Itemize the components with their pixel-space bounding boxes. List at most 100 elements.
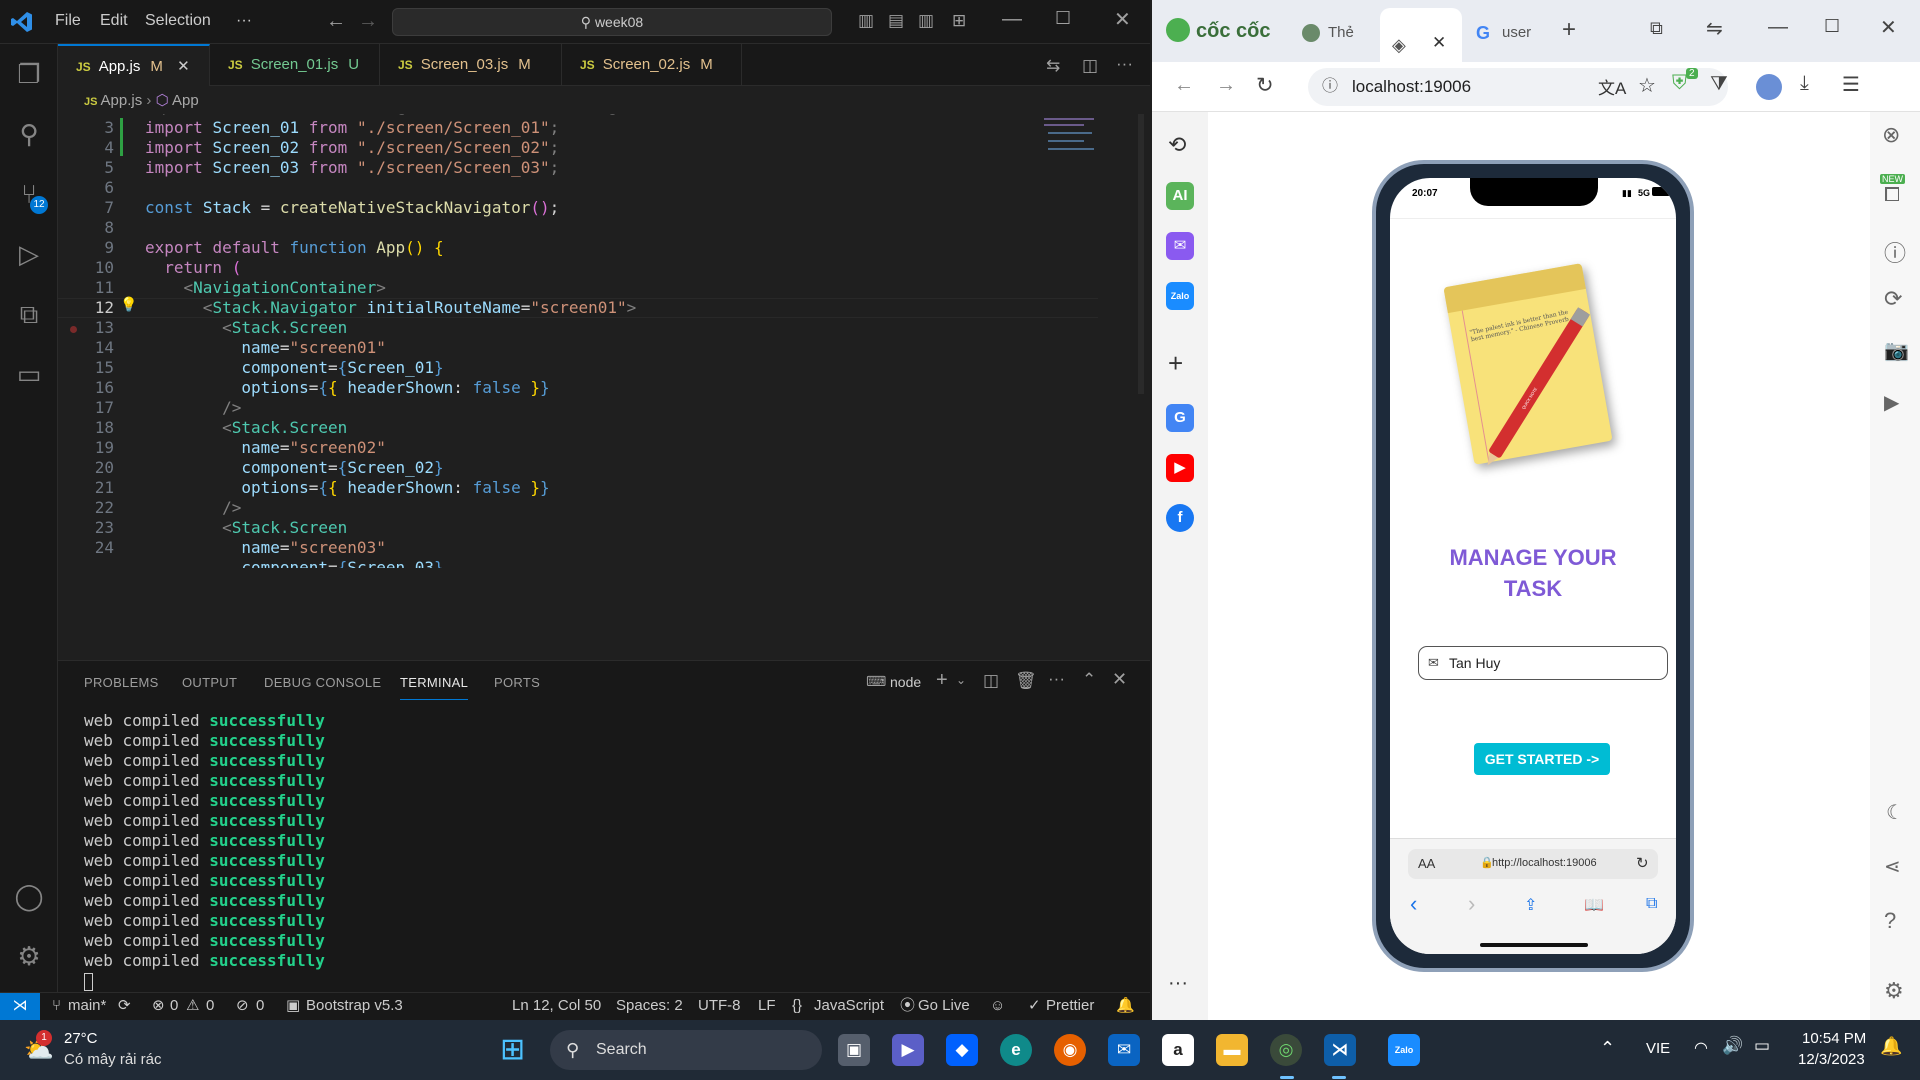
facebook-icon[interactable]: f [1166,504,1194,532]
close-tab-icon[interactable]: ✕ [1432,22,1446,64]
address-bar[interactable]: ⓘ localhost:19006 [1308,68,1728,106]
name-input[interactable]: ✉ Tan Huy [1418,646,1668,680]
menu-edit[interactable]: Edit [100,12,128,30]
task-view-icon[interactable]: ▣ [838,1034,870,1066]
tab-screen03-js[interactable]: JS Screen_03.js M [380,44,562,86]
tabs-icon[interactable]: ⧉ [1646,895,1657,913]
prettier-status[interactable]: Prettier [1046,993,1094,1019]
share-icon[interactable]: ⇪ [1524,895,1537,915]
command-center-search[interactable]: ⚲ week08 [392,8,832,36]
help-icon[interactable]: ? [1884,908,1896,934]
bookmarks-icon[interactable]: 📖 [1584,895,1604,915]
tab-the[interactable]: Thẻ [1296,12,1376,54]
firefox-icon[interactable]: ◉ [1054,1034,1086,1066]
trash-icon[interactable]: 🗑 [1015,671,1037,691]
sync-icon[interactable]: ⟳ [118,993,131,1019]
dark-mode-icon[interactable]: ☾ [1886,800,1904,825]
bootstrap-version[interactable]: Bootstrap v5.3 [306,993,403,1019]
tab-screen01-js[interactable]: JS Screen_01.js U [210,44,380,86]
run-debug-icon[interactable]: ▷ [13,238,45,270]
back-arrow-icon[interactable]: ← [326,10,346,33]
reload-icon[interactable]: ↻ [1256,73,1274,98]
weather-temp[interactable]: 27°C [64,1030,98,1047]
rotate-icon[interactable]: ⟳ [1884,286,1902,312]
back-chevron-icon[interactable]: ‹ [1410,891,1417,917]
toggle-sidebar-icon[interactable]: ▥ [858,11,874,31]
google-translate-icon[interactable]: G [1166,404,1194,432]
forward-arrow-icon[interactable]: → [1216,74,1236,97]
terminal-shell-name[interactable]: node [890,674,921,690]
translate-icon[interactable]: 文A [1598,74,1626,99]
toggle-panel-icon[interactable]: ▤ [888,11,904,31]
youtube-icon[interactable]: ▶ [1166,454,1194,482]
split-terminal-icon[interactable]: ◫ [983,671,999,691]
clock-date[interactable]: 12/3/2023 [1798,1051,1865,1068]
git-branch[interactable]: main* [68,993,106,1019]
forward-chevron-icon[interactable]: › [1468,891,1475,917]
notifications-bell-icon[interactable]: 🔔 [1116,993,1135,1019]
windows-start-icon[interactable]: ⊞ [500,1032,525,1067]
settings-gear-icon[interactable]: ⚙ [13,940,45,972]
encoding[interactable]: UTF-8 [698,993,741,1019]
new-terminal-icon[interactable]: + [936,669,948,692]
vscode-taskbar-icon[interactable]: ⋊ [1324,1034,1356,1066]
back-arrow-icon[interactable]: ← [1174,74,1194,97]
settings-gear-icon[interactable]: ⚙ [1884,978,1904,1004]
remote-explorer-icon[interactable]: ▭ [13,358,45,390]
zalo-icon[interactable]: Zalo [1166,282,1194,310]
mail-icon[interactable]: ✉ [1108,1034,1140,1066]
maximize-icon[interactable]: ☐ [1824,16,1840,37]
safari-address-bar[interactable]: AA 🔒 http://localhost:19006 ↻ [1408,849,1658,879]
clock-time[interactable]: 10:54 PM [1802,1030,1866,1047]
battery-icon[interactable]: ▭ [1754,1036,1770,1056]
wifi-icon[interactable]: ◠ [1694,1038,1708,1058]
terminal-output[interactable]: web compiled successfully web compiled su… [84,711,325,991]
search-view-icon[interactable]: ⚲ [13,118,45,150]
more-actions-icon[interactable]: ··· [1116,54,1133,74]
video-icon[interactable]: ▶ [1884,390,1899,415]
info-icon[interactable]: ⓘ [1884,236,1906,268]
split-editor-icon[interactable]: ◫ [1082,56,1098,76]
device-toggle-icon[interactable]: ⧠ [1884,184,1900,207]
close-tab-icon[interactable]: ✕ [177,58,190,75]
menu-file[interactable]: File [55,12,81,30]
tab-screen02-js[interactable]: JS Screen_02.js M [562,44,742,86]
input-language[interactable]: VIE [1646,1040,1670,1057]
chevron-down-icon[interactable]: ⌄ [956,673,966,687]
tab-output[interactable]: OUTPUT [182,675,237,690]
new-tab-icon[interactable]: + [1562,16,1576,44]
edge-icon[interactable]: e [1000,1034,1032,1066]
copilot-icon[interactable]: ☺ [990,993,1005,1019]
close-icon[interactable]: ✕ [1114,7,1131,32]
breadcrumb-symbol[interactable]: App [172,92,199,109]
menu-hamburger-icon[interactable]: ☰ [1842,72,1860,97]
tab-search-icon[interactable]: ⧉ [1650,18,1663,39]
teams-meet-icon[interactable]: ▶ [892,1034,924,1066]
dropbox-icon[interactable]: ◆ [946,1034,978,1066]
download-icon[interactable]: ⤓ [1800,72,1809,95]
code-editor[interactable]: import { createNativeStackNavigator } fr… [58,114,1098,660]
tab-actions-icon[interactable]: ⇋ [1706,16,1723,41]
forward-arrow-icon[interactable]: → [358,10,378,33]
close-window-icon[interactable]: ✕ [1880,15,1897,40]
coccoc-taskbar-icon[interactable]: ◎ [1270,1034,1302,1066]
profile-avatar[interactable] [1756,74,1782,100]
close-panel-icon[interactable]: ✕ [1112,669,1127,690]
zalo-taskbar-icon[interactable]: Zalo [1388,1034,1420,1066]
shield-icon[interactable]: ⛨ [1672,72,1687,95]
more-icon[interactable]: ··· [1048,669,1065,689]
warning-count[interactable]: 0 [206,993,214,1019]
file-explorer-icon[interactable]: ▬ [1216,1034,1248,1066]
accounts-icon[interactable]: ◯ [13,880,45,912]
show-hidden-icons-chevron-icon[interactable]: ⌃ [1600,1038,1615,1059]
tab-ports[interactable]: PORTS [494,675,540,690]
cursor-position[interactable]: Ln 12, Col 50 [512,993,601,1019]
weather-desc[interactable]: Có mây rải rác [64,1051,162,1068]
breadcrumb-file[interactable]: App.js [101,92,143,109]
remote-indicator-icon[interactable]: ⋊ [0,993,40,1021]
camera-icon[interactable]: 📷 [1884,338,1909,363]
close-panel-icon[interactable]: ⊗ [1882,122,1900,148]
explorer-icon[interactable]: ❐ [13,58,45,90]
tab-active[interactable]: ◈ ✕ [1380,8,1462,62]
menu-more[interactable]: ··· [236,12,252,30]
